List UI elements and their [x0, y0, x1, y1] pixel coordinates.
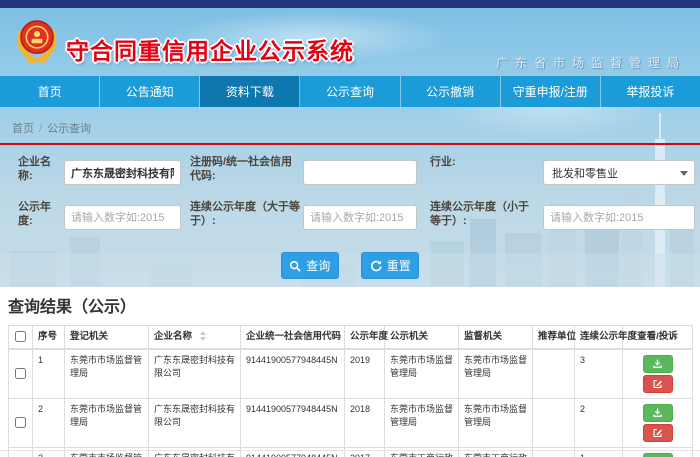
nav-item-home[interactable]: 首页 — [0, 76, 100, 107]
main-nav: 首页 公告通知 资料下载 公示查询 公示撤销 守重申报/注册 举报投诉 — [0, 76, 700, 107]
consecutive-years-gte-label: 连续公示年度（大于等于）: — [190, 200, 300, 229]
select-all-checkbox[interactable] — [15, 331, 26, 342]
download-button[interactable] — [643, 355, 673, 373]
table-row: 1 东莞市市场监督管理局 广东东晟密封科技有限公司 91441900577948… — [9, 349, 693, 399]
col-year: 公示年度 — [345, 326, 385, 349]
publicity-year-label: 公示年度: — [18, 200, 64, 229]
col-registration-org: 登记机关 — [65, 326, 149, 349]
table-row: 2 东莞市市场监督管理局 广东东晟密封科技有限公司 91441900577948… — [9, 398, 693, 447]
download-button[interactable] — [643, 453, 673, 457]
caret-down-icon — [680, 171, 688, 176]
consecutive-years-lte-label: 连续公示年度（小于等于）: — [430, 200, 538, 229]
sort-icon[interactable] — [200, 331, 206, 341]
nav-item-publicity-query[interactable]: 公示查询 — [300, 76, 400, 107]
breadcrumb: 首页 / 公示查询 — [12, 120, 91, 136]
col-company-name[interactable]: 企业名称 — [149, 326, 241, 349]
credit-code-label: 注册码/统一社会信用代码: — [190, 155, 300, 184]
search-icon — [289, 260, 301, 272]
col-credit-code: 企业统一社会信用代码 — [241, 326, 345, 349]
red-divider — [0, 143, 700, 145]
industry-label: 行业: — [430, 155, 530, 169]
refresh-icon — [370, 260, 382, 272]
complaint-button[interactable] — [643, 375, 673, 393]
top-strip — [0, 0, 700, 8]
download-icon — [652, 407, 663, 418]
search-button[interactable]: 查询 — [281, 252, 339, 279]
table-row: 3 东莞市市场监督管理局 广东东晟密封科技有限公司 91441900577948… — [9, 447, 693, 457]
company-name-field[interactable] — [64, 160, 181, 185]
edit-icon — [652, 427, 663, 438]
consecutive-years-lte-field[interactable] — [543, 205, 695, 230]
hero-banner: 守合同重信用企业公示系统 广东省市场监督管理局 首页 公告通知 资料下载 公示查… — [0, 8, 700, 287]
results-table: 序号 登记机关 企业名称 企业统一社会信用代码 公示年度 公示机关 监督机关 推… — [8, 325, 693, 457]
complaint-button[interactable] — [643, 424, 673, 442]
site-title: 守合同重信用企业公示系统 — [66, 32, 354, 66]
industry-select-value: 批发和零售业 — [552, 165, 618, 181]
agency-emblem-logo — [14, 14, 60, 68]
row-checkbox[interactable] — [15, 417, 26, 428]
credit-code-field[interactable] — [303, 160, 417, 185]
form-button-bar: 查询 重置 — [0, 252, 700, 279]
breadcrumb-home-link[interactable]: 首页 — [12, 123, 34, 135]
edit-icon — [652, 378, 663, 389]
nav-item-publicity-revocation[interactable]: 公示撤销 — [401, 76, 501, 107]
agency-name: 广东省市场监督管理局 — [496, 54, 686, 71]
company-name-label: 企业名称: — [18, 155, 64, 184]
reset-button[interactable]: 重置 — [361, 252, 419, 279]
download-icon — [652, 358, 663, 369]
results-section: 查询结果（公示） 序号 登记机关 企业名称 企业统一社会信用代码 公示年度 公示… — [0, 287, 700, 457]
bottom-divider — [0, 450, 700, 451]
nav-item-report-complaint[interactable]: 举报投诉 — [601, 76, 700, 107]
nav-item-announcements[interactable]: 公告通知 — [100, 76, 200, 107]
table-header-row: 序号 登记机关 企业名称 企业统一社会信用代码 公示年度 公示机关 监督机关 推… — [9, 326, 693, 349]
consecutive-years-gte-field[interactable] — [303, 205, 417, 230]
col-publicity-org: 公示机关 — [385, 326, 459, 349]
col-seq: 序号 — [33, 326, 65, 349]
col-consecutive-years: 连续公示年度 — [575, 326, 623, 349]
page: 守合同重信用企业公示系统 广东省市场监督管理局 首页 公告通知 资料下载 公示查… — [0, 0, 700, 457]
row-checkbox[interactable] — [15, 368, 26, 379]
download-button[interactable] — [643, 404, 673, 422]
industry-select[interactable]: 批发和零售业 — [543, 160, 695, 185]
breadcrumb-separator: / — [39, 123, 42, 135]
publicity-year-field[interactable] — [64, 205, 181, 230]
nav-item-declaration-registration[interactable]: 守重申报/注册 — [501, 76, 601, 107]
results-title: 查询结果（公示） — [8, 287, 692, 325]
breadcrumb-current: 公示查询 — [47, 123, 91, 135]
col-supervision-org: 监督机关 — [459, 326, 533, 349]
nav-item-downloads[interactable]: 资料下载 — [200, 76, 300, 107]
col-recommend-unit: 推荐单位 — [533, 326, 575, 349]
